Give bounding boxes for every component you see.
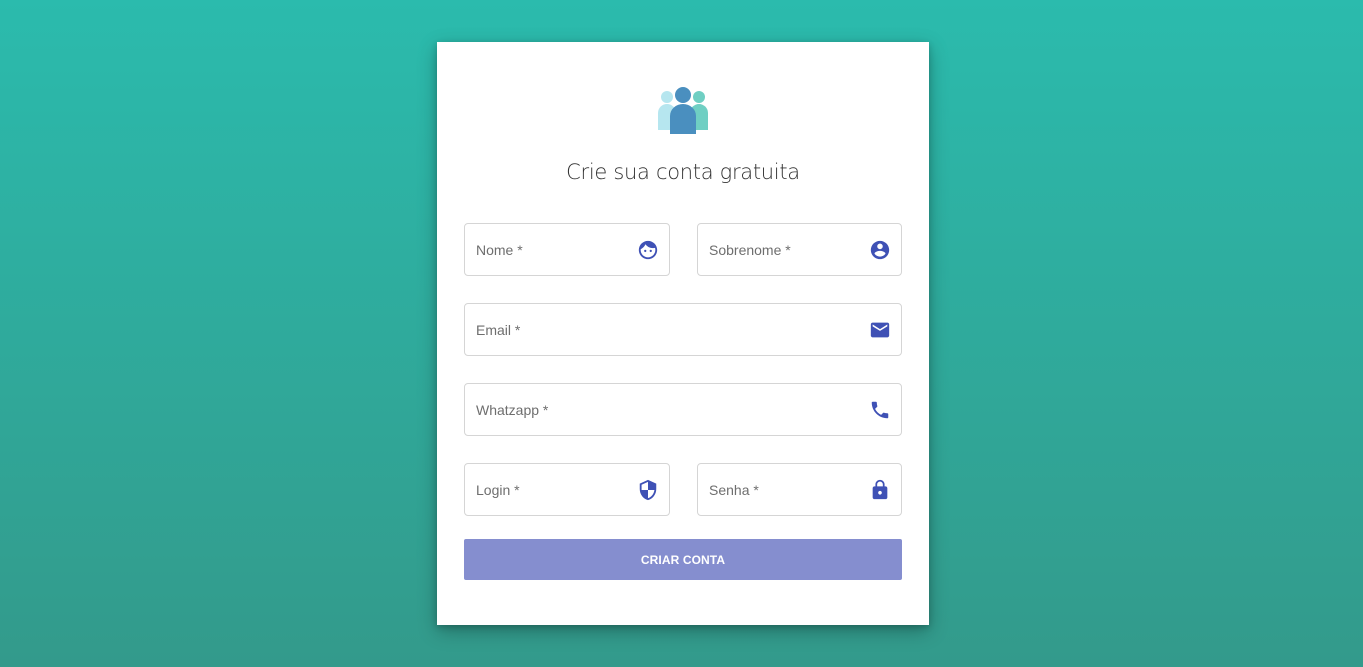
phone-icon	[869, 399, 891, 421]
senha-field[interactable]: Senha *	[697, 463, 902, 516]
users-group-icon	[658, 87, 708, 134]
signup-card: Crie sua conta gratuita Nome * Sobrenome…	[437, 42, 929, 625]
nome-field[interactable]: Nome *	[464, 223, 670, 276]
whatsapp-field[interactable]: Whatzapp *	[464, 383, 902, 436]
sobrenome-field[interactable]: Sobrenome *	[697, 223, 902, 276]
login-field[interactable]: Login *	[464, 463, 670, 516]
mail-icon	[869, 319, 891, 341]
whatsapp-input[interactable]	[465, 384, 901, 435]
shield-icon	[637, 479, 659, 501]
face-icon	[637, 239, 659, 261]
email-field[interactable]: Email *	[464, 303, 902, 356]
email-input[interactable]	[465, 304, 901, 355]
lock-icon	[869, 479, 891, 501]
create-account-button[interactable]: CRIAR CONTA	[464, 539, 902, 580]
account-circle-icon	[869, 239, 891, 261]
page-title: Crie sua conta gratuita	[566, 160, 800, 184]
